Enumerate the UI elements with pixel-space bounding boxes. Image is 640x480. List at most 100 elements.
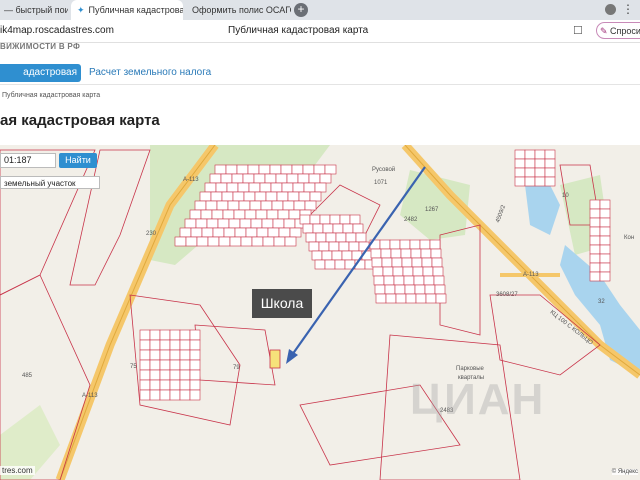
parcel bbox=[325, 232, 337, 243]
parcel bbox=[415, 293, 427, 304]
parcel bbox=[315, 232, 327, 243]
bookmark-icon[interactable]: ☐ bbox=[573, 24, 583, 37]
parcel-number: 485 bbox=[22, 373, 33, 379]
parcel bbox=[270, 182, 283, 193]
footer-text: tres.com bbox=[0, 466, 35, 475]
parcel bbox=[329, 214, 341, 225]
cadastral-map[interactable]: А-113 А-113 230 485 75 79 1071 1267 2482… bbox=[0, 145, 640, 480]
profile-icon[interactable] bbox=[605, 4, 616, 15]
parcel bbox=[309, 191, 322, 202]
parcel bbox=[390, 248, 402, 259]
parcel bbox=[589, 271, 601, 282]
tab-search[interactable]: — быстрый поиск × bbox=[4, 0, 68, 20]
parcel bbox=[345, 232, 357, 243]
parcel bbox=[589, 235, 601, 246]
parcel bbox=[411, 257, 423, 268]
tab-cadastral-map[interactable]: ✦ Публичная кадастровая × bbox=[71, 0, 183, 20]
breadcrumb[interactable]: Публичная кадастровая карта bbox=[2, 92, 100, 99]
parcel bbox=[189, 209, 202, 220]
parcel bbox=[179, 369, 191, 381]
parcel bbox=[271, 200, 284, 211]
parcel bbox=[299, 214, 311, 225]
parcel bbox=[599, 226, 611, 237]
address-bar: ik4map.roscadastres.com Публичная кадаст… bbox=[0, 20, 640, 43]
parcel bbox=[278, 227, 291, 238]
parcel bbox=[174, 236, 187, 247]
parcel-number: 2482 bbox=[404, 217, 418, 223]
parcel bbox=[238, 200, 251, 211]
parcel bbox=[322, 223, 334, 234]
parcel bbox=[212, 227, 225, 238]
parcel bbox=[421, 257, 433, 268]
parcel bbox=[430, 248, 442, 259]
parcel bbox=[373, 275, 385, 286]
parcel-number: 10 bbox=[562, 193, 569, 199]
parcel bbox=[409, 239, 421, 250]
parcel bbox=[524, 158, 536, 169]
parcel bbox=[249, 200, 262, 211]
parcel bbox=[200, 209, 213, 220]
parcel-number: 1267 bbox=[425, 207, 439, 213]
url-field[interactable]: ik4map.roscadastres.com bbox=[0, 25, 114, 36]
parcel bbox=[395, 293, 407, 304]
parcel bbox=[280, 164, 293, 175]
parcel bbox=[201, 227, 214, 238]
parcel-grid bbox=[139, 329, 201, 401]
parcel bbox=[189, 379, 201, 391]
street-label: Русовой bbox=[372, 167, 396, 173]
nav-tab-land-tax[interactable]: Расчет земельного налога bbox=[89, 67, 211, 78]
parcel bbox=[312, 223, 324, 234]
parcel bbox=[524, 167, 536, 178]
nav-tab-cadastral-map[interactable]: адастровая карта bbox=[0, 64, 81, 96]
parcel bbox=[303, 182, 316, 193]
parcel bbox=[210, 191, 223, 202]
parcel bbox=[189, 349, 201, 361]
parcel bbox=[287, 191, 300, 202]
parcel bbox=[196, 236, 209, 247]
parcel bbox=[215, 182, 228, 193]
parcel bbox=[159, 359, 171, 371]
parcel bbox=[339, 214, 351, 225]
parcel bbox=[544, 158, 556, 169]
parcel bbox=[261, 218, 274, 229]
new-tab-button[interactable]: + bbox=[294, 3, 308, 17]
parcel bbox=[313, 164, 326, 175]
parcel bbox=[289, 227, 302, 238]
parcel bbox=[394, 284, 406, 295]
parcel bbox=[204, 182, 217, 193]
parcel bbox=[297, 173, 310, 184]
parcel bbox=[435, 293, 447, 304]
parcel bbox=[431, 257, 443, 268]
parcel bbox=[248, 182, 261, 193]
parcel bbox=[189, 389, 201, 401]
parcel bbox=[169, 379, 181, 391]
parcel bbox=[424, 284, 436, 295]
parcel bbox=[338, 241, 350, 252]
parcel bbox=[391, 257, 403, 268]
parcel bbox=[321, 250, 333, 261]
parcel bbox=[319, 173, 332, 184]
ask-button[interactable]: ✎ Спросить bbox=[596, 22, 640, 39]
parcel bbox=[371, 257, 383, 268]
parcel bbox=[328, 241, 340, 252]
site-brand: ВИЖИМОСТИ В РФ bbox=[0, 42, 81, 51]
menu-icon[interactable]: ⋮ bbox=[622, 2, 634, 16]
parcel bbox=[189, 329, 201, 341]
tab-label: — быстрый поиск bbox=[4, 5, 68, 15]
parcel bbox=[589, 199, 601, 210]
parcel bbox=[231, 173, 244, 184]
parcel bbox=[298, 191, 311, 202]
parcel bbox=[284, 236, 297, 247]
parcel bbox=[220, 173, 233, 184]
tab-osago[interactable]: Оформить полис ОСАГО bbox=[187, 0, 291, 20]
parcel bbox=[242, 173, 255, 184]
parcel bbox=[374, 284, 386, 295]
parcel bbox=[258, 164, 271, 175]
find-button[interactable]: Найти bbox=[59, 153, 97, 168]
cadastral-search-input[interactable] bbox=[0, 153, 56, 168]
parcel bbox=[414, 284, 426, 295]
object-type-select[interactable]: земельный участок bbox=[0, 176, 100, 189]
parcel bbox=[169, 389, 181, 401]
parcel bbox=[292, 182, 305, 193]
ask-label: Спросить bbox=[610, 26, 640, 36]
